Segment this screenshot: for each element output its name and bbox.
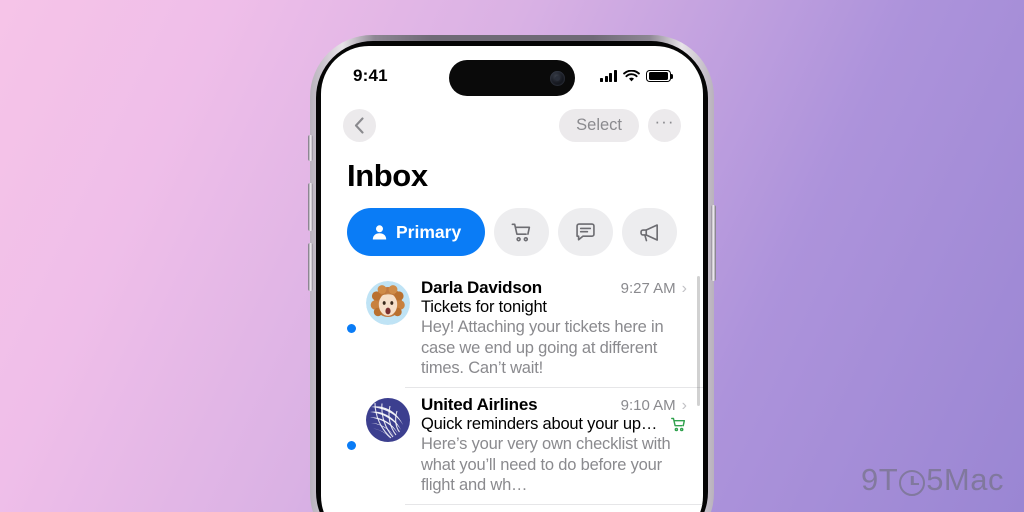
mail-header: United Airlines 9:10 AM ›: [421, 395, 687, 415]
unread-indicator: [347, 323, 356, 333]
preview-text: Here’s your very own checklist with what…: [421, 434, 671, 495]
tab-shopping[interactable]: [494, 208, 550, 256]
memoji-curly-hair-avatar-icon: [366, 281, 410, 325]
mail-row[interactable]: Darla Davidson 9:27 AM › Tickets for ton…: [321, 270, 703, 387]
mail-list: Darla Davidson 9:27 AM › Tickets for ton…: [321, 270, 703, 512]
tab-primary-label: Primary: [396, 221, 462, 242]
timestamp: 9:27 AM: [620, 280, 676, 297]
cart-icon: [511, 223, 531, 241]
more-options-button[interactable]: ···: [648, 108, 681, 142]
mail-row[interactable]: Liz, Kristina & Melody 8:58 AM › Friday …: [321, 503, 703, 512]
mail-header: Darla Davidson 9:27 AM ›: [421, 278, 687, 298]
watermark-text-end: 5Mac: [926, 462, 1004, 497]
sender-name: Darla Davidson: [421, 278, 542, 297]
united-airlines-globe-logo-icon: [366, 397, 410, 442]
volume-up-button[interactable]: [308, 183, 313, 231]
chat-bubble-icon: [576, 222, 595, 241]
status-icons: [600, 69, 674, 83]
mail-content: Darla Davidson 9:27 AM › Tickets for ton…: [421, 278, 687, 379]
category-filter-bar: Primary: [321, 204, 703, 270]
tab-transactions[interactable]: [558, 208, 614, 256]
chevron-right-icon: ›: [681, 396, 687, 414]
device-screen: 9:41 Select ··· Inbox Primary Darla Davi…: [321, 46, 703, 512]
timestamp: 9:10 AM: [620, 396, 676, 414]
wifi-icon: [623, 69, 640, 81]
tab-promotions[interactable]: [622, 208, 677, 256]
chevron-right-icon: ›: [681, 280, 687, 297]
cart-icon: [671, 417, 686, 432]
person-icon: [372, 224, 387, 239]
iphone-device: 9:41 Select ··· Inbox Primary Darla Davi…: [308, 35, 716, 512]
page-title: Inbox: [347, 158, 428, 193]
memoji-avatar: [366, 281, 410, 325]
subject-row: Quick reminders about your upcoming…: [421, 415, 687, 434]
subject-line: Quick reminders about your upcoming…: [421, 414, 665, 433]
dynamic-island: [449, 60, 575, 96]
status-bar: 9:41: [321, 46, 703, 98]
megaphone-icon: [640, 223, 659, 241]
back-button[interactable]: [343, 108, 376, 142]
silent-switch[interactable]: [308, 135, 313, 161]
front-camera-lens-icon: [550, 70, 565, 86]
unread-indicator: [347, 440, 356, 450]
subject-line: Tickets for tonight: [421, 298, 547, 316]
battery-full-icon: [646, 69, 674, 83]
cellular-signal-icon: [600, 70, 617, 82]
ellipsis-icon: ···: [654, 112, 675, 131]
watermark: 9T 5Mac: [861, 462, 1004, 498]
scroll-indicator[interactable]: [697, 276, 700, 406]
volume-down-button[interactable]: [308, 243, 313, 291]
power-button[interactable]: [711, 205, 716, 281]
sender-logo: [366, 397, 410, 442]
select-button[interactable]: Select: [559, 108, 639, 142]
sender-name: United Airlines: [421, 394, 538, 414]
clock-icon: [899, 470, 926, 496]
tab-primary[interactable]: Primary: [347, 208, 486, 256]
preview-text: Hey! Attaching your tickets here in case…: [421, 318, 664, 378]
navbar-actions: Select ···: [559, 108, 681, 142]
mail-row[interactable]: United Airlines 9:10 AM › Quick reminder…: [321, 386, 703, 504]
navigation-bar: Select ···: [321, 98, 703, 150]
status-time: 9:41: [353, 66, 388, 85]
chevron-left-icon: [354, 116, 364, 134]
mail-content: United Airlines 9:10 AM › Quick reminder…: [421, 395, 687, 496]
subject-row: Tickets for tonight: [421, 298, 687, 317]
watermark-text-start: 9T: [861, 462, 899, 497]
